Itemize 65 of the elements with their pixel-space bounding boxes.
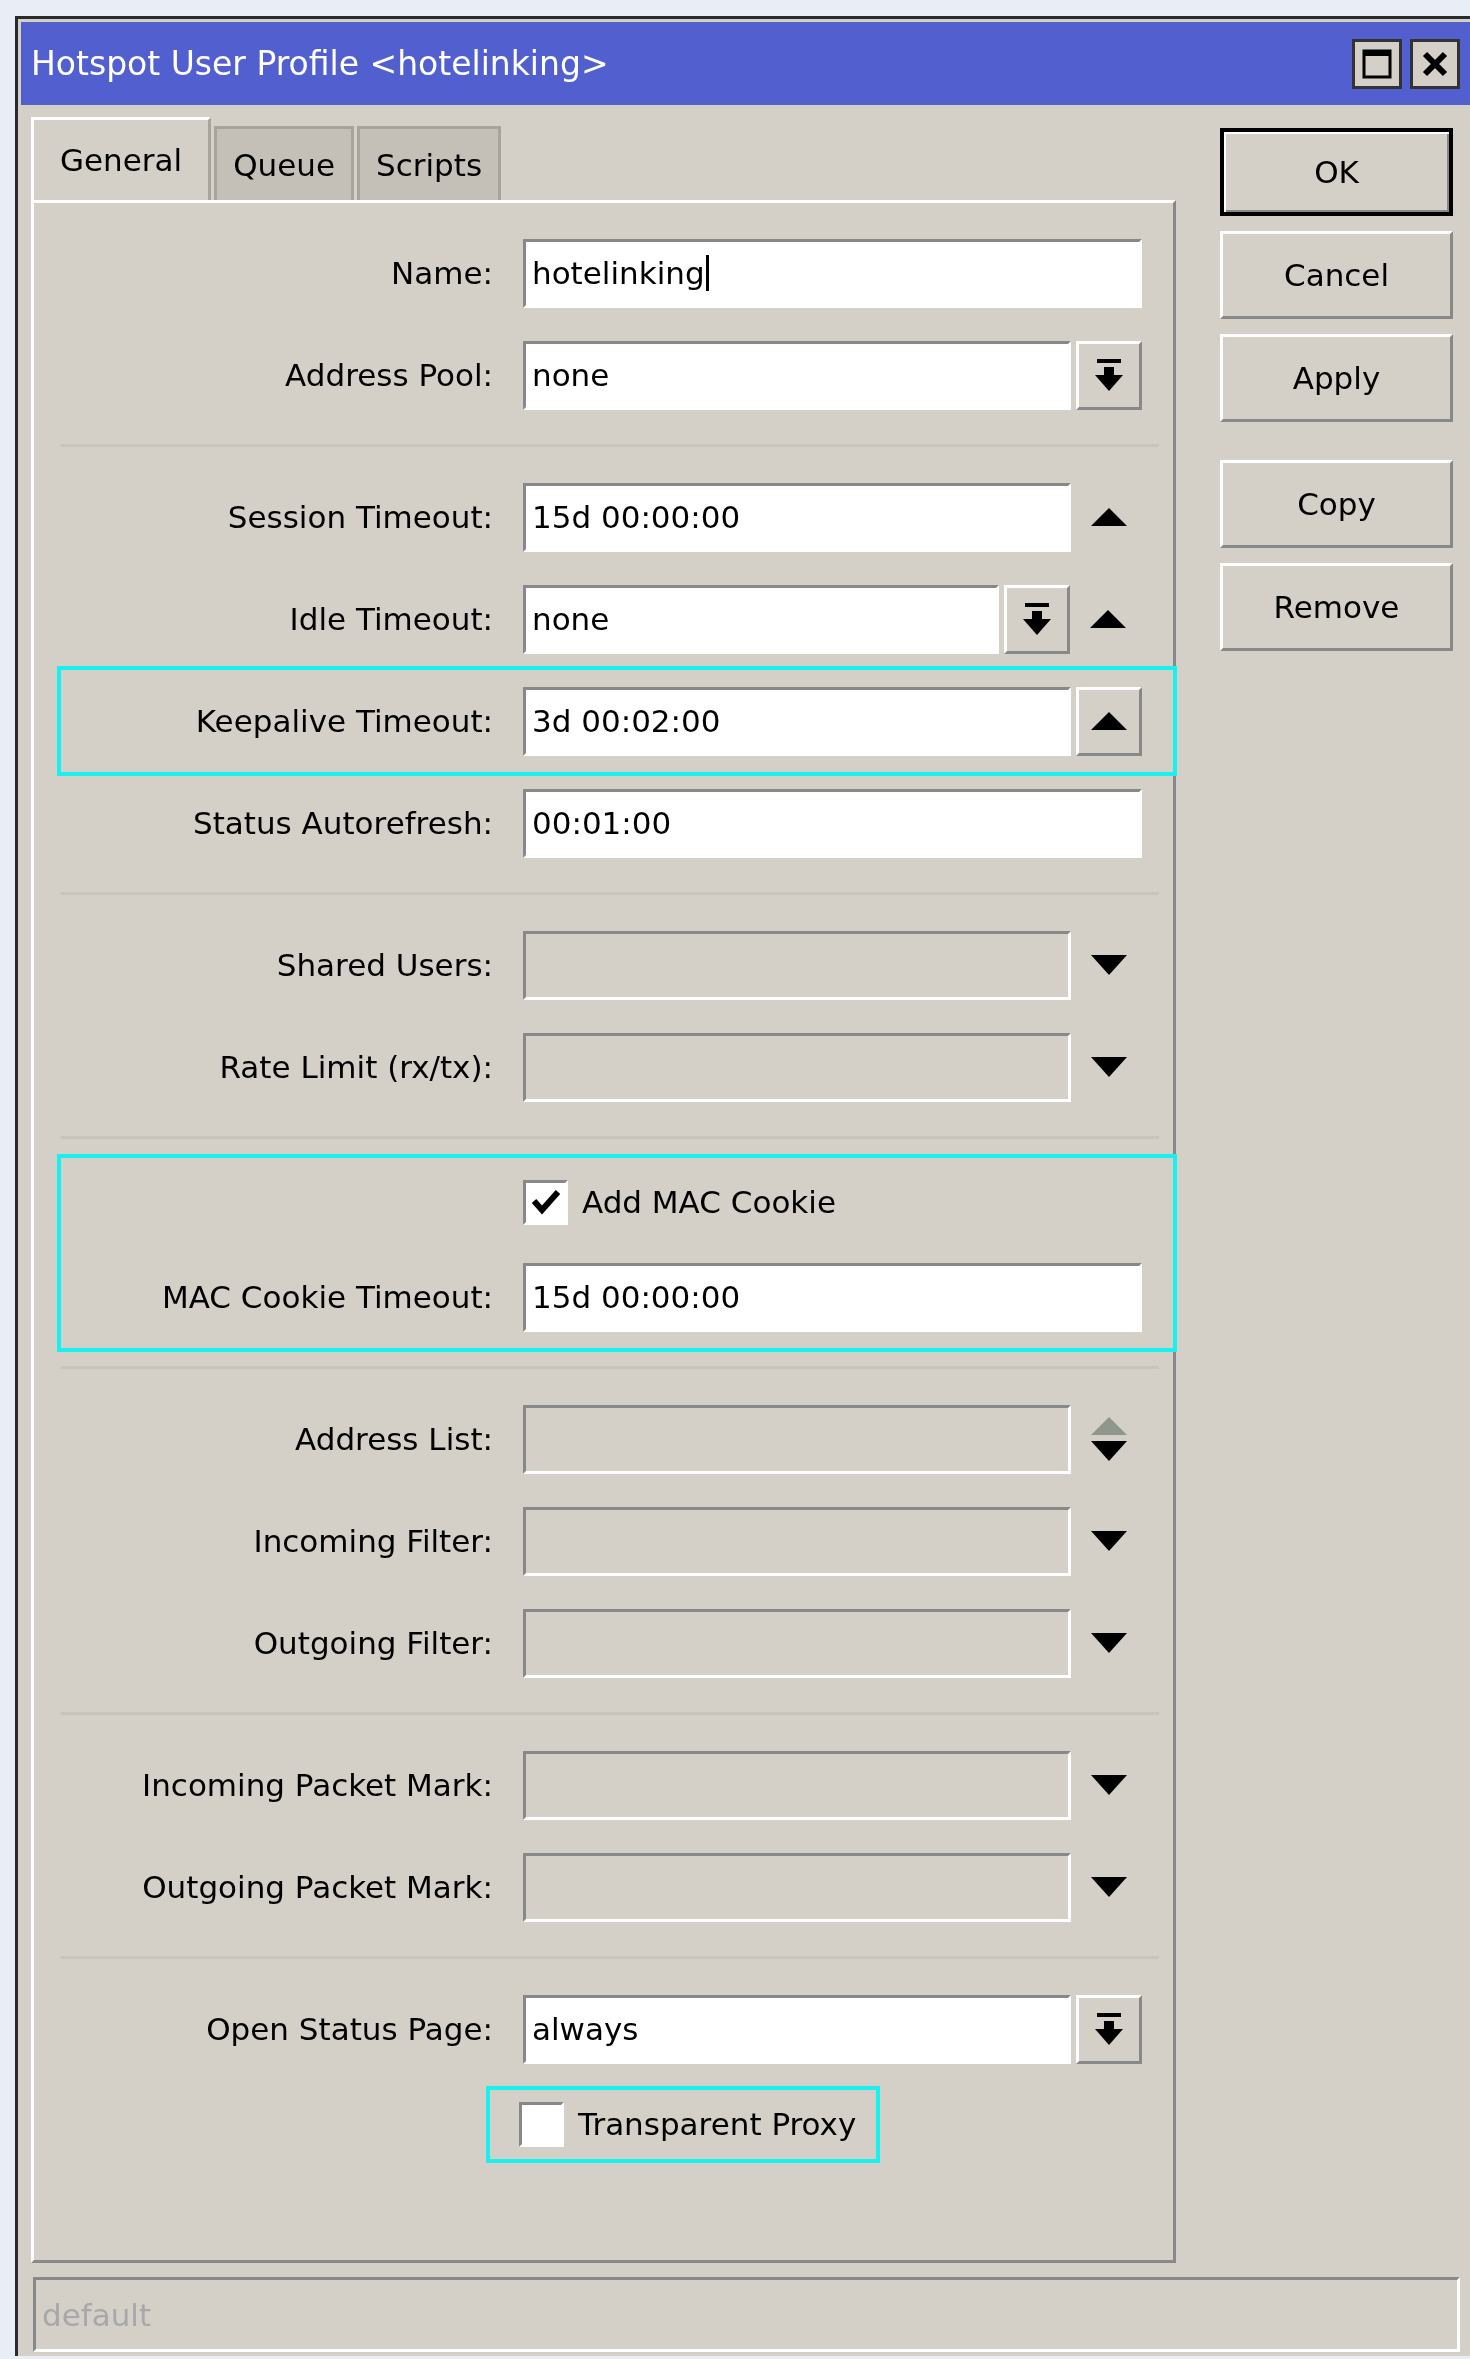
down-caret-icon[interactable] [1091,1633,1127,1653]
text-field[interactable]: none [523,584,999,654]
combo-field[interactable] [523,930,1071,1000]
combo-field[interactable] [523,1404,1071,1474]
dropdown-button[interactable] [1076,1994,1142,2064]
field-label: Open Status Page: [205,2011,493,2047]
text-field[interactable]: 3d 00:02:00 [523,686,1071,756]
tab[interactable]: Scripts [357,126,502,200]
checkbox-label: Add MAC Cookie [582,1184,836,1220]
tab[interactable]: Queue [214,126,354,200]
field-label: Outgoing Packet Mark: [141,1869,493,1905]
text-field[interactable]: none [523,340,1071,410]
tab[interactable]: General [31,117,212,200]
combo-field[interactable] [523,1852,1071,1922]
field-label: Incoming Filter: [252,1523,493,1559]
checkbox[interactable] [519,2101,564,2147]
text-field[interactable]: hotelinking [523,238,1142,308]
text-field[interactable]: always [523,1994,1071,2064]
dropdown-button[interactable] [1004,584,1070,654]
field-label: MAC Cookie Timeout: [160,1279,493,1315]
down-caret-icon[interactable] [1091,955,1127,975]
dialog-button[interactable]: Cancel [1220,231,1453,319]
up-caret-icon[interactable] [1091,508,1127,526]
text-field[interactable]: 00:01:00 [523,788,1142,858]
close-button[interactable] [1410,38,1460,89]
field-label: Rate Limit (rx/tx): [218,1049,493,1085]
checkbox-label: Transparent Proxy [578,2106,857,2142]
field-label: Session Timeout: [226,499,493,535]
maximize-button[interactable] [1352,38,1402,89]
up-caret-icon[interactable] [1091,712,1127,730]
dialog-button[interactable]: OK [1220,128,1453,216]
combo-field[interactable] [523,1608,1071,1678]
dropdown-button[interactable] [1076,340,1142,410]
checkbox[interactable] [523,1179,568,1225]
window-title: Hotspot User Profile <hotelinking> [31,44,610,83]
up-caret-icon[interactable] [1090,610,1126,628]
field-label: Address List: [294,1421,493,1457]
down-caret-icon[interactable] [1091,1877,1127,1897]
check-icon [531,1189,560,1215]
field-label: Keepalive Timeout: [194,703,493,739]
text-field[interactable]: 15d 00:00:00 [523,1262,1142,1332]
dropdown-icon [1023,603,1051,635]
field-label: Idle Timeout: [288,601,493,637]
spin-up-button[interactable] [1076,686,1142,756]
close-icon [1422,50,1448,77]
field-label: Address Pool: [284,357,493,393]
field-label: Name: [390,255,493,291]
down-caret-icon[interactable] [1091,1531,1127,1551]
maximize-icon [1362,48,1392,79]
down-caret-icon[interactable] [1091,1057,1127,1077]
field-label: Outgoing Filter: [252,1625,493,1661]
dropdown-icon [1095,2013,1123,2045]
field-label: Shared Users: [275,947,493,983]
dialog-button[interactable]: Copy [1220,460,1453,548]
combo-field[interactable] [523,1506,1071,1576]
up-down-caret-icon[interactable] [1091,1417,1127,1461]
down-caret-icon[interactable] [1091,1775,1127,1795]
combo-field[interactable] [523,1750,1071,1820]
field-label: Status Autorefresh: [191,805,493,841]
dropdown-icon [1095,359,1123,391]
dialog-button[interactable]: Remove [1220,563,1453,651]
dialog-button[interactable]: Apply [1220,334,1453,422]
text-field[interactable]: 15d 00:00:00 [523,482,1071,552]
field-label: Incoming Packet Mark: [141,1767,493,1803]
combo-field[interactable] [523,1032,1071,1102]
